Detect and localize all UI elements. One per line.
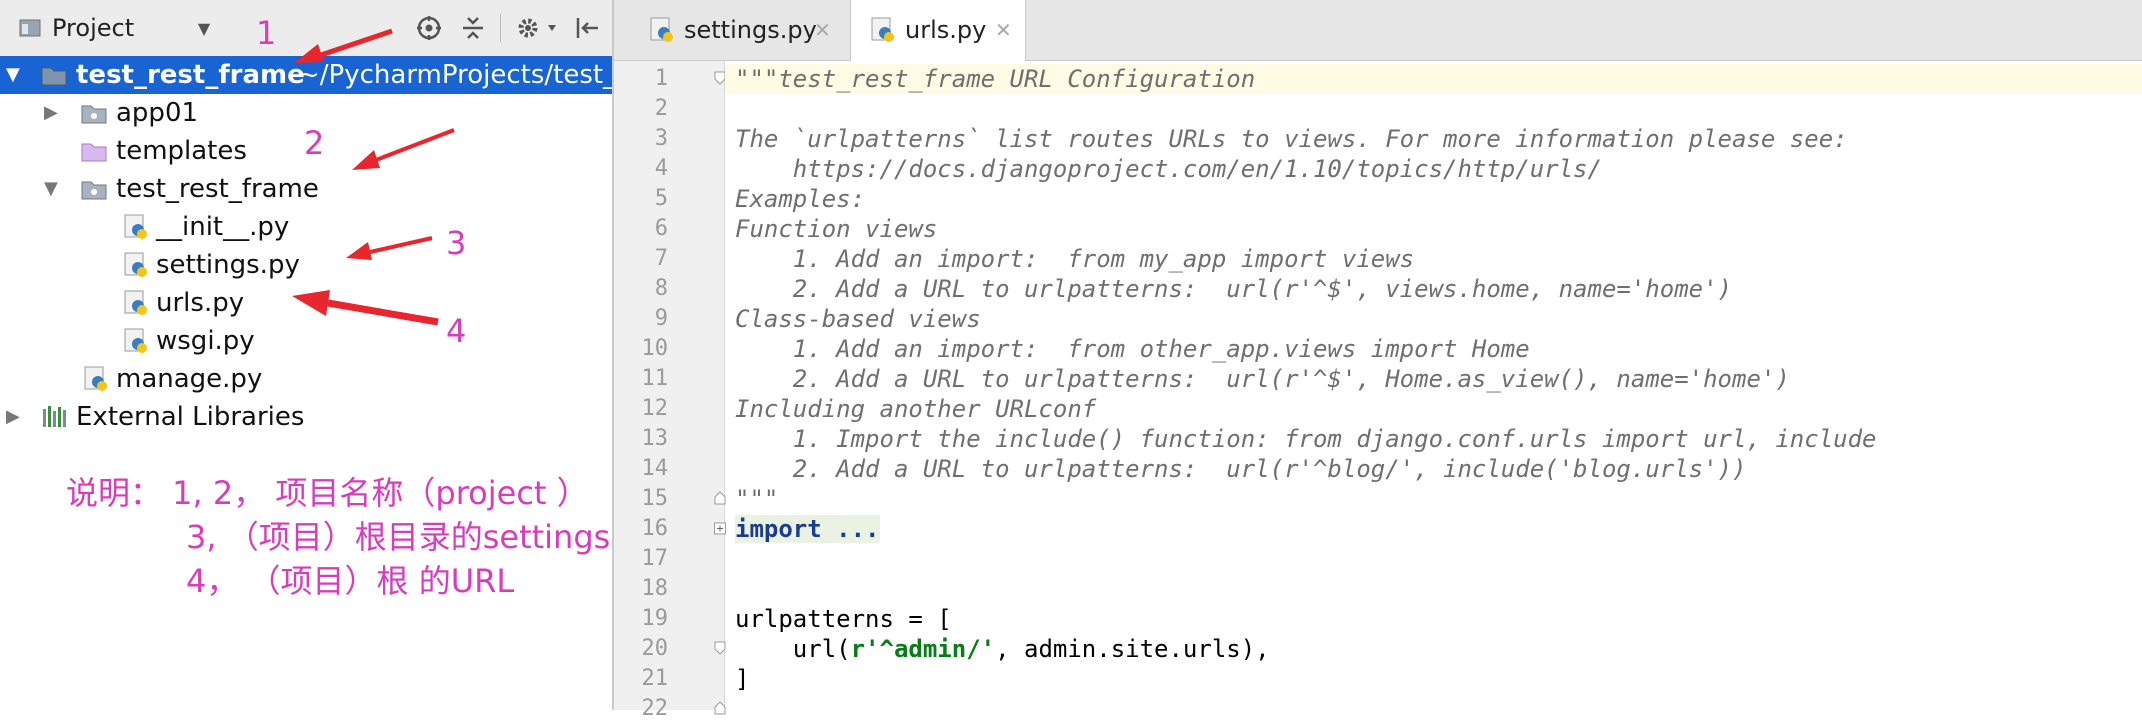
line-number: 20 xyxy=(641,636,669,661)
close-icon[interactable]: ✕ xyxy=(814,0,831,60)
code-line: urlpatterns = [ xyxy=(735,605,952,633)
line-number: 13 xyxy=(641,426,669,451)
line-number: 2 xyxy=(654,96,668,121)
tab-urls-py[interactable]: urls.py ✕ xyxy=(850,0,1026,61)
tab-settings-py[interactable]: settings.py ✕ xyxy=(630,0,838,60)
line-number: 10 xyxy=(641,336,669,361)
code-line: """ xyxy=(735,485,779,513)
tab-label: urls.py xyxy=(905,16,987,44)
annotation-arrow-3 xyxy=(346,236,433,260)
line-number: 17 xyxy=(641,546,669,571)
code-line: 2. Add a URL to urlpatterns: url(r'^$', … xyxy=(735,275,1732,303)
editor-area: settings.py ✕ urls.py ✕ 1 2 3 4 5 6 7 8 … xyxy=(614,0,2142,721)
line-number: 12 xyxy=(641,396,669,421)
code-line: """test_rest_frame URL Configuration xyxy=(735,65,1256,93)
line-number: 21 xyxy=(641,666,669,691)
editor-tab-bar: settings.py ✕ urls.py ✕ xyxy=(614,0,2142,61)
code-line: Class-based views xyxy=(735,305,981,333)
line-number: 16 xyxy=(641,516,669,541)
line-number: 4 xyxy=(654,156,668,181)
code-area[interactable]: """test_rest_frame URL Configuration The… xyxy=(725,61,2142,710)
code-line: 2. Add a URL to urlpatterns: url(r'^$', … xyxy=(735,365,1790,393)
line-number: 3 xyxy=(654,126,668,151)
annotation-arrow-2 xyxy=(352,128,455,170)
line-number: 6 xyxy=(654,216,668,241)
line-number: 11 xyxy=(641,366,669,391)
annotation-arrow-4 xyxy=(292,290,439,326)
code-line: Function views xyxy=(735,215,938,243)
code-line: Including another URLconf xyxy=(735,395,1097,423)
code-token: , admin.site.urls), xyxy=(995,635,1270,663)
annotation-arrow-1 xyxy=(294,28,393,63)
code-line-folded-import[interactable]: import ... xyxy=(735,514,880,544)
line-number: 14 xyxy=(641,456,669,481)
tab-label: settings.py xyxy=(684,16,817,44)
line-number: 5 xyxy=(654,186,668,211)
code-line: ] xyxy=(735,665,750,693)
python-file-icon xyxy=(871,17,894,42)
project-tool-window: Project ▼ ▼ test_rest_frame ~/PycharmPro… xyxy=(0,0,614,710)
code-line: 1. Import the include() function: from d… xyxy=(735,425,1877,453)
code-line: 1. Add an import: from my_app import vie… xyxy=(735,245,1415,273)
code-line: The `urlpatterns` list routes URLs to vi… xyxy=(735,125,1848,153)
string-literal: r'^admin/' xyxy=(850,635,996,663)
line-number: 19 xyxy=(641,606,669,631)
code-token: url( xyxy=(735,635,851,663)
line-number: 9 xyxy=(654,306,668,331)
annotation-arrows xyxy=(292,28,455,326)
python-file-icon xyxy=(650,17,673,42)
line-number-gutter: 1 2 3 4 5 6 7 8 9 10 11 12 13 14 15 16 1… xyxy=(614,61,726,721)
code-line: url(r'^admin/', admin.site.urls), xyxy=(735,634,1270,664)
line-number: 15 xyxy=(641,486,669,511)
line-number: 8 xyxy=(654,276,668,301)
code-line: https://docs.djangoproject.com/en/1.10/t… xyxy=(735,155,1602,183)
line-number: 1 xyxy=(654,66,668,91)
folded-import[interactable]: import ... xyxy=(735,515,880,543)
code-line: 1. Add an import: from other_app.views i… xyxy=(735,335,1530,363)
code-line: Examples: xyxy=(735,185,866,213)
close-icon[interactable]: ✕ xyxy=(995,0,1012,60)
code-line: 2. Add a URL to urlpatterns: url(r'^blog… xyxy=(735,455,1747,483)
line-number: 7 xyxy=(654,246,668,271)
line-number: 18 xyxy=(641,576,669,601)
line-number: 22 xyxy=(641,696,669,721)
